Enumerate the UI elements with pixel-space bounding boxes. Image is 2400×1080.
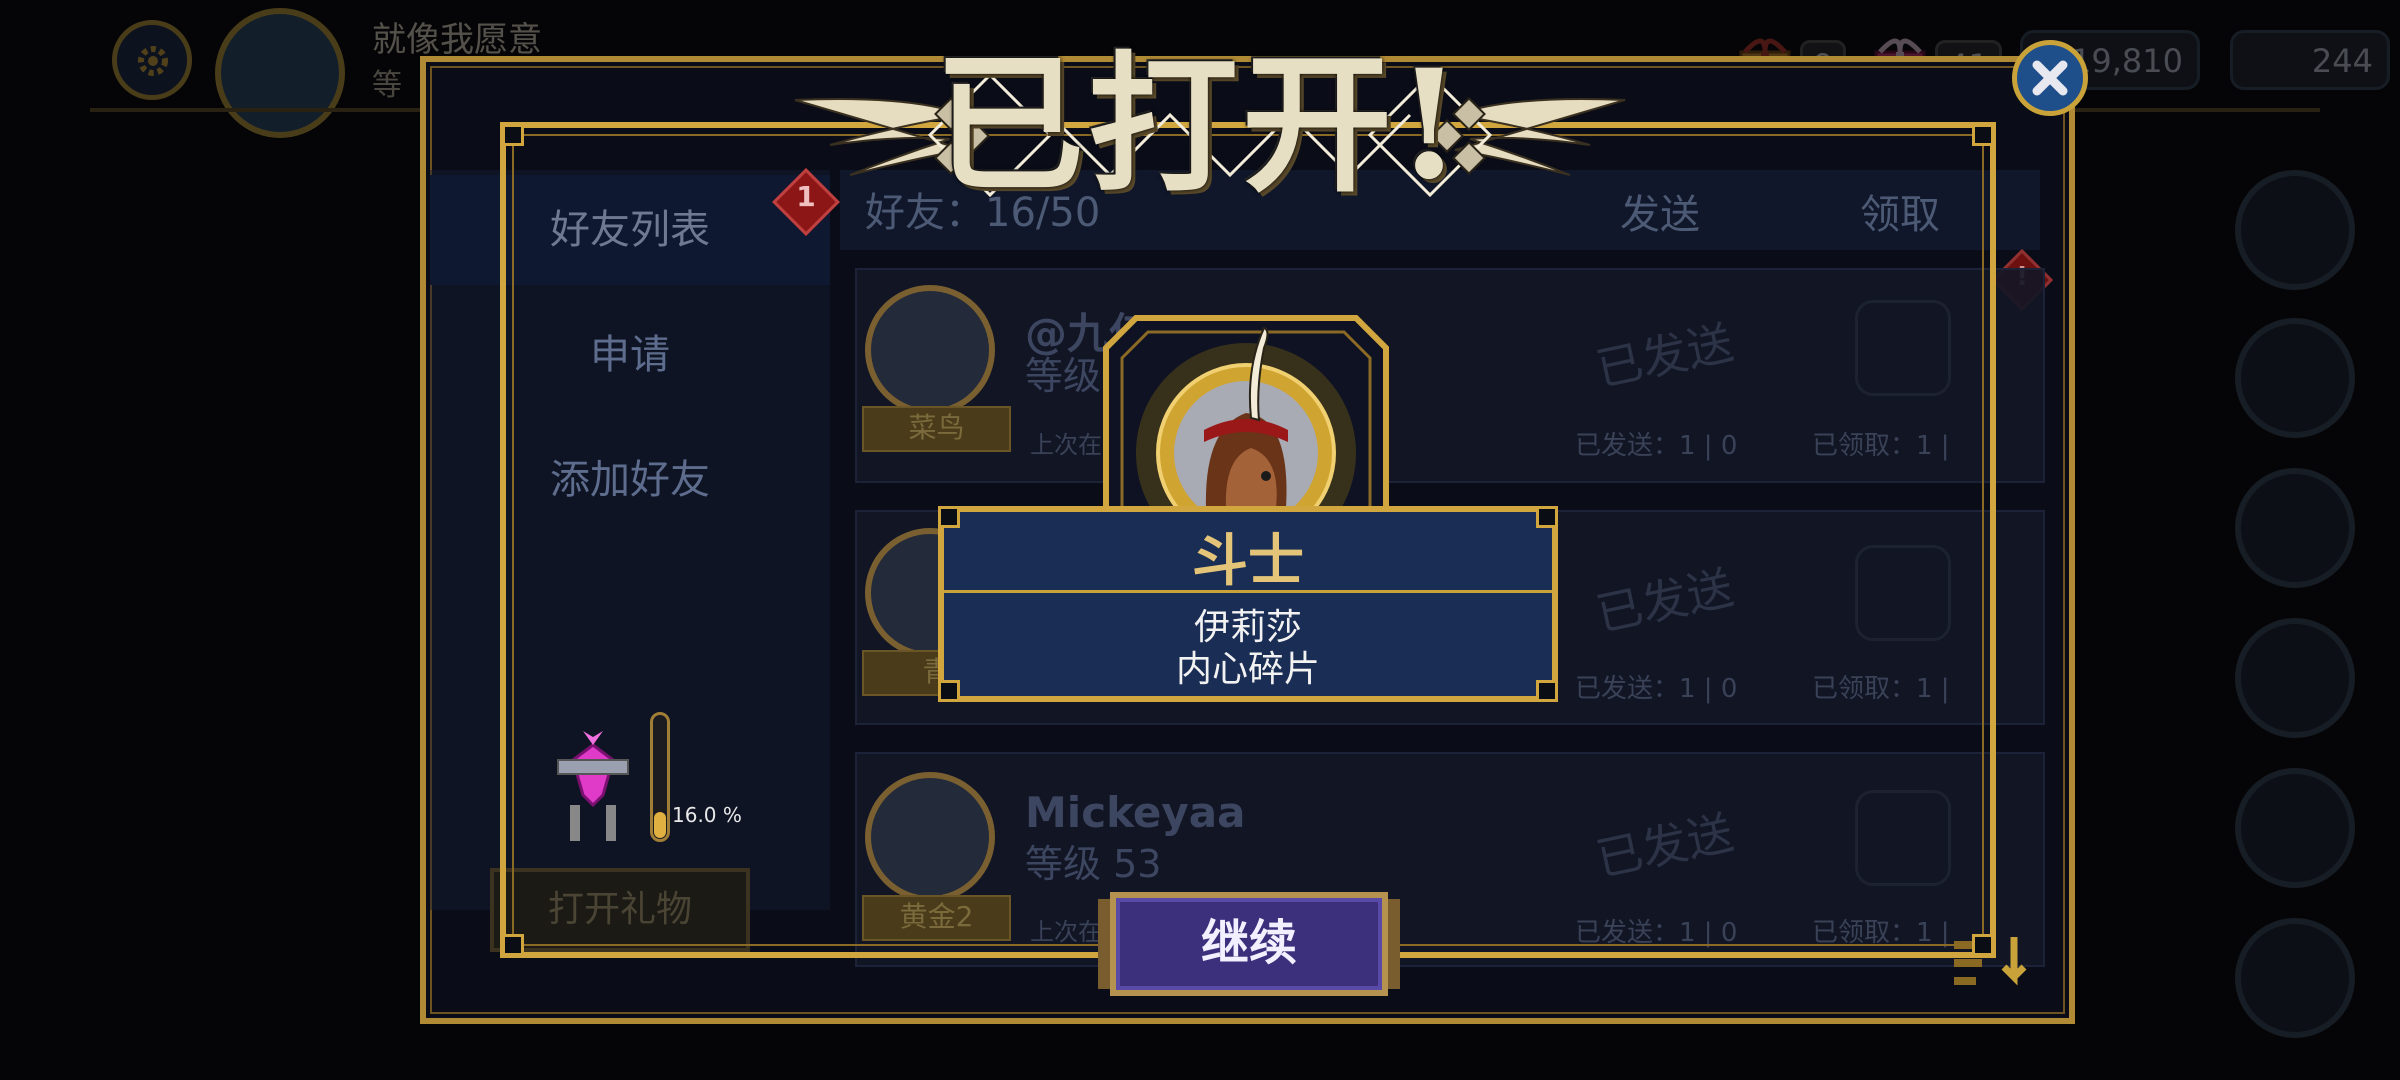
character-portrait-badge	[1103, 315, 1389, 538]
reward-item-type: 内心碎片	[1175, 649, 1320, 690]
side-menu-avatar[interactable]	[2235, 318, 2355, 438]
side-menu-avatar[interactable]	[2235, 618, 2355, 738]
frame-corner	[502, 934, 524, 956]
continue-button[interactable]: 继续	[1110, 892, 1388, 996]
player-avatar[interactable]	[215, 8, 345, 138]
close-icon	[2032, 60, 2068, 96]
popup-title: 已打开!	[934, 37, 1466, 213]
frame-corner	[1972, 934, 1994, 956]
side-menu-avatar[interactable]	[2235, 170, 2355, 290]
gem-counter: 244	[2230, 30, 2390, 90]
reward-character-class: 斗士	[1192, 528, 1304, 594]
frame-corner	[502, 124, 524, 146]
frame-corner	[1972, 124, 1994, 146]
player-level: 等	[372, 68, 402, 103]
player-name: 就像我愿意	[372, 20, 542, 60]
side-menu-avatar[interactable]	[2235, 468, 2355, 588]
side-menu-avatar[interactable]	[2235, 918, 2355, 1038]
settings-button[interactable]	[112, 20, 192, 100]
side-menu-avatar[interactable]	[2235, 768, 2355, 888]
close-button[interactable]	[2012, 40, 2088, 116]
gear-icon	[138, 46, 168, 76]
